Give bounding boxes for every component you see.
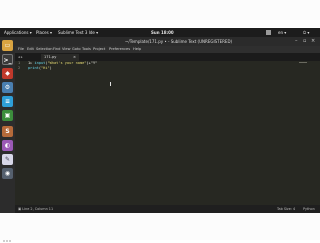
menu-preferences[interactable]: Preferences [109, 46, 130, 53]
minimize-button[interactable]: – [295, 37, 298, 46]
tab-size-selector[interactable]: Tab Size: 4 [277, 205, 295, 213]
code-token-keyword: print [28, 66, 39, 70]
tab-label: 171.py [44, 55, 57, 59]
dock: ▭ >_ ◆ ⚙ ≡ ▣ S ◐ ✎ ◉ [0, 37, 15, 242]
menu-file[interactable]: File [18, 46, 24, 53]
settings-icon[interactable]: ⚙ [2, 82, 13, 93]
sublime-icon[interactable]: S [2, 126, 13, 137]
editor-icon[interactable]: ✎ [2, 154, 13, 165]
tab-bar: ◂ ▸ 171.py × [15, 53, 320, 61]
mouse-cursor-icon [110, 82, 111, 86]
tab-close-icon[interactable]: × [73, 54, 76, 61]
terminal-icon[interactable]: >_ [2, 54, 13, 65]
code-editor[interactable]: 1 2 1▸ input("What's your name")+"Y" pri… [15, 61, 320, 205]
menu-tools[interactable]: Tools [82, 46, 91, 53]
image-viewer-icon[interactable]: ◆ [2, 68, 13, 79]
active-app-menu[interactable]: Sublime Text 3 Ide ▾ [58, 28, 98, 37]
line-number: 2 [18, 66, 21, 70]
window-title: ~/Template/171.py • - Sublime Text (UNRE… [125, 39, 233, 44]
places-menu[interactable]: Places ▾ [36, 28, 52, 37]
applications-menu[interactable]: Applications ▾ [4, 28, 32, 37]
language-menu[interactable]: en ▾ [278, 28, 286, 37]
code-token: ) [49, 66, 52, 70]
clock[interactable]: Sun 18:00 [151, 28, 174, 37]
media-icon[interactable]: ◐ [2, 140, 13, 151]
menu-find[interactable]: Find [53, 46, 60, 53]
minimap[interactable] [283, 61, 319, 67]
workspace-indicator-icon[interactable] [266, 30, 271, 35]
cursor-position: ▣ Line 2, Column 11 [18, 207, 54, 211]
window-title-bar[interactable]: ~/Template/171.py • - Sublime Text (UNRE… [15, 37, 320, 46]
files-icon[interactable]: ▭ [2, 40, 13, 51]
screen-letterbox-bottom [0, 213, 320, 240]
code-line[interactable]: print("Hi") [28, 66, 52, 71]
code-token-string: "Hi" [41, 66, 50, 70]
code-token-keyword: input [34, 61, 46, 65]
status-bar: ▣ Line 2, Column 11 Tab Size: 4 Python [15, 205, 320, 213]
monitor-icon[interactable]: ▣ [2, 110, 13, 121]
screen-letterbox-top [0, 0, 320, 27]
tab-scroll-arrows[interactable]: ◂ ▸ [18, 53, 23, 61]
menu-selection[interactable]: Selection [36, 46, 53, 53]
syntax-selector[interactable]: Python [303, 205, 315, 213]
line-number-gutter: 1 2 [15, 61, 27, 205]
menu-edit[interactable]: Edit [27, 46, 34, 53]
menu-help[interactable]: Help [133, 46, 141, 53]
system-menu[interactable]: ⏻ ▾ [303, 28, 309, 37]
close-button[interactable]: × [311, 37, 315, 46]
menu-goto[interactable]: Goto [72, 46, 81, 53]
tab-171-py[interactable]: 171.py × [41, 54, 79, 61]
writer-icon[interactable]: ≡ [2, 96, 13, 107]
system-top-bar: Applications ▾ Places ▾ Sublime Text 3 I… [0, 28, 320, 37]
menu-bar: File Edit Selection Find View Goto Tools… [15, 46, 320, 53]
code-token: )+"Y" [86, 61, 98, 65]
screenshot-icon[interactable]: ◉ [2, 168, 13, 179]
menu-project[interactable]: Project [93, 46, 105, 53]
menu-view[interactable]: View [62, 46, 71, 53]
maximize-button[interactable]: ▫ [303, 37, 306, 46]
code-token-string: "What's your name" [47, 61, 87, 65]
